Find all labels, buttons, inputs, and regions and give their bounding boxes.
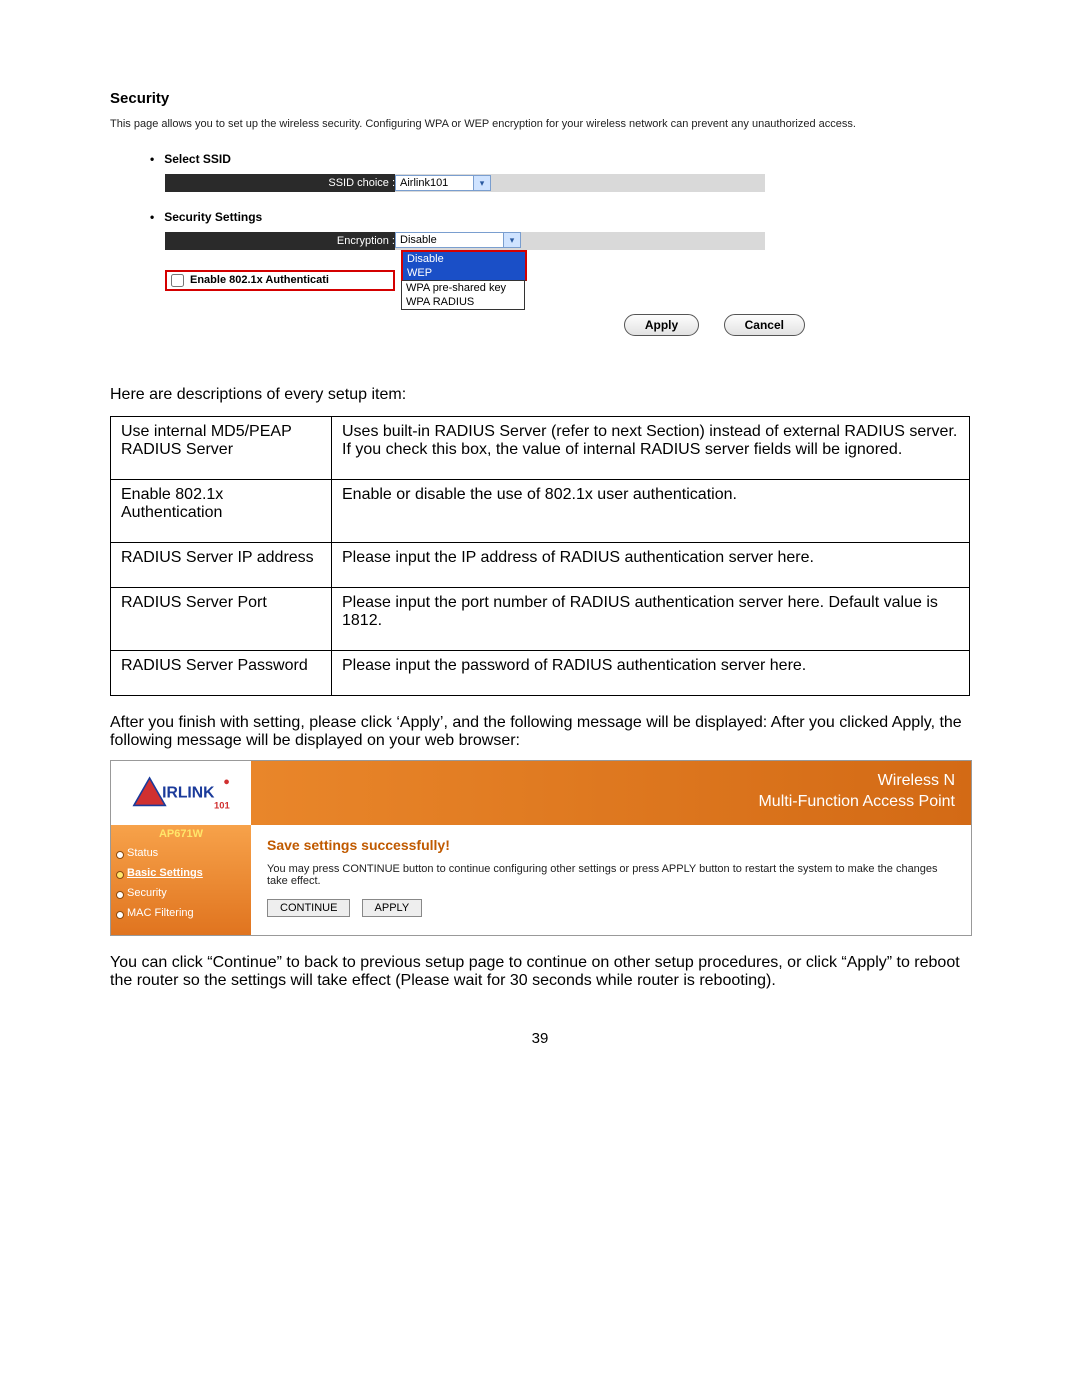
intro-text: Here are descriptions of every setup ite… bbox=[110, 386, 970, 404]
svg-text:101: 101 bbox=[214, 799, 230, 810]
nav-mac-filtering[interactable]: MAC Filtering bbox=[111, 903, 251, 923]
desc-key: RADIUS Server Port bbox=[111, 588, 332, 651]
table-row: Use internal MD5/PEAP RADIUS Server Uses… bbox=[111, 417, 970, 480]
enable-8021x-label: Enable 802.1x Authenticati bbox=[190, 274, 329, 286]
nav-security[interactable]: Security bbox=[111, 883, 251, 903]
svg-text:IRLINK: IRLINK bbox=[162, 784, 215, 801]
ssid-table: SSID choice : Airlink101 ▾ bbox=[165, 174, 765, 192]
description-table: Use internal MD5/PEAP RADIUS Server Uses… bbox=[110, 416, 970, 696]
after-text: After you finish with setting, please cl… bbox=[110, 714, 970, 750]
ssid-select[interactable]: Airlink101 ▾ bbox=[395, 175, 491, 191]
cancel-button[interactable]: Cancel bbox=[724, 314, 805, 336]
banner-line1: Wireless N bbox=[267, 771, 955, 792]
continue-button[interactable]: CONTINUE bbox=[267, 899, 350, 917]
router-nav: AP671W Status Basic Settings Security MA… bbox=[111, 825, 251, 935]
chevron-down-icon: ▾ bbox=[503, 233, 520, 247]
table-row: RADIUS Server IP address Please input th… bbox=[111, 543, 970, 588]
table-row: RADIUS Server Password Please input the … bbox=[111, 651, 970, 696]
security-description: This page allows you to set up the wirel… bbox=[110, 117, 970, 132]
desc-key: RADIUS Server IP address bbox=[111, 543, 332, 588]
router-model: AP671W bbox=[111, 825, 251, 843]
ssid-label: SSID choice : bbox=[165, 174, 395, 192]
desc-key: Use internal MD5/PEAP RADIUS Server bbox=[111, 417, 332, 480]
desc-val: Enable or disable the use of 802.1x user… bbox=[332, 480, 970, 543]
page-number: 39 bbox=[110, 1030, 970, 1047]
router-panel: IRLINK 101 Wireless N Multi-Function Acc… bbox=[110, 760, 972, 936]
nav-status[interactable]: Status bbox=[111, 843, 251, 863]
enable-8021x-row: Enable 802.1x Authenticati bbox=[165, 270, 395, 291]
ssid-value: Airlink101 bbox=[400, 177, 448, 189]
encryption-option[interactable]: WPA pre-shared key bbox=[402, 281, 524, 295]
table-row: RADIUS Server Port Please input the port… bbox=[111, 588, 970, 651]
encryption-dropdown-list-rest[interactable]: WPA pre-shared key WPA RADIUS bbox=[401, 281, 525, 310]
security-settings-heading: Security Settings bbox=[150, 210, 970, 224]
desc-key: RADIUS Server Password bbox=[111, 651, 332, 696]
encryption-value: Disable bbox=[400, 234, 437, 246]
desc-val: Please input the port number of RADIUS a… bbox=[332, 588, 970, 651]
banner-line2: Multi-Function Access Point bbox=[267, 792, 955, 813]
encryption-dropdown-list[interactable]: Disable WEP bbox=[401, 250, 527, 281]
encryption-label: Encryption : bbox=[165, 232, 395, 250]
apply-button[interactable]: Apply bbox=[624, 314, 699, 336]
encryption-option[interactable]: WPA RADIUS bbox=[402, 295, 524, 309]
desc-key: Enable 802.1x Authentication bbox=[111, 480, 332, 543]
desc-val: Uses built-in RADIUS Server (refer to ne… bbox=[332, 417, 970, 480]
apply-button-inner[interactable]: APPLY bbox=[362, 899, 423, 917]
table-row: Enable 802.1x Authentication Enable or d… bbox=[111, 480, 970, 543]
encryption-select[interactable]: Disable ▾ bbox=[395, 232, 521, 248]
router-banner: Wireless N Multi-Function Access Point bbox=[251, 761, 971, 825]
closing-text: You can click “Continue” to back to prev… bbox=[110, 954, 970, 990]
save-success-text: You may press CONTINUE button to continu… bbox=[267, 863, 955, 887]
desc-val: Please input the IP address of RADIUS au… bbox=[332, 543, 970, 588]
desc-val: Please input the password of RADIUS auth… bbox=[332, 651, 970, 696]
security-heading: Security bbox=[110, 90, 970, 107]
encryption-table: Encryption : Disable ▾ Enable 802.1x Aut… bbox=[165, 232, 765, 310]
chevron-down-icon: ▾ bbox=[473, 176, 490, 190]
encryption-option[interactable]: WEP bbox=[403, 266, 525, 280]
encryption-option[interactable]: Disable bbox=[403, 252, 525, 266]
enable-8021x-checkbox[interactable] bbox=[171, 274, 184, 287]
airlink-logo: IRLINK 101 bbox=[111, 761, 251, 825]
nav-basic-settings[interactable]: Basic Settings bbox=[111, 863, 251, 883]
select-ssid-heading: Select SSID bbox=[150, 152, 970, 166]
save-success-title: Save settings successfully! bbox=[267, 837, 955, 853]
